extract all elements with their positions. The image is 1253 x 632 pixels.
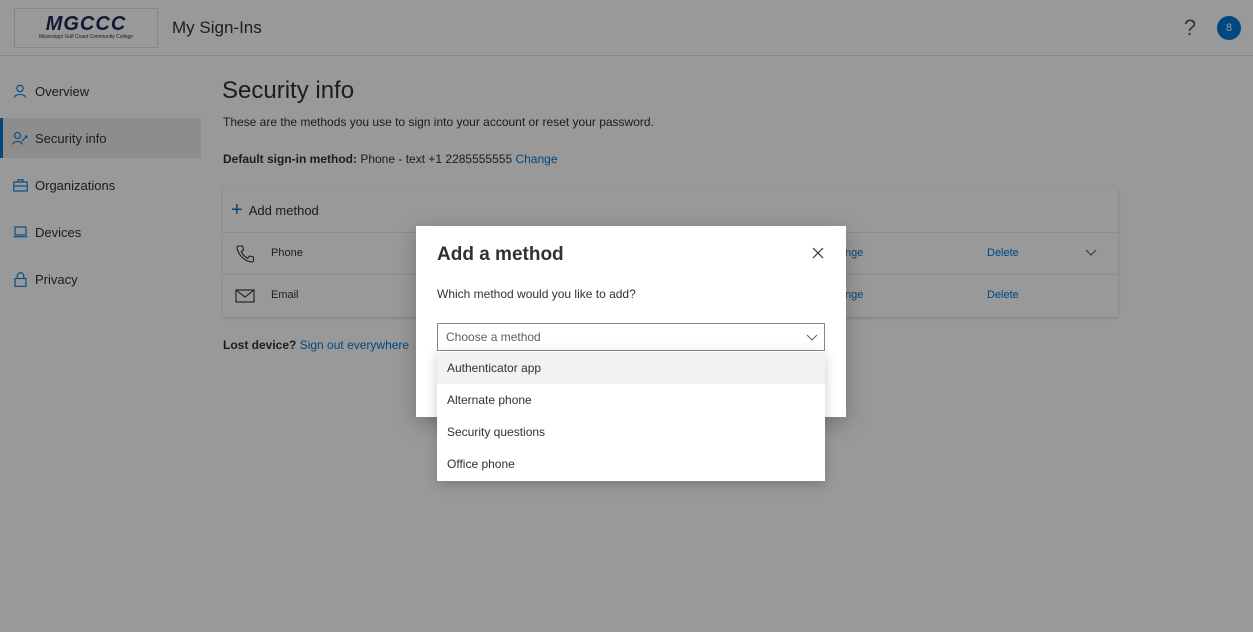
select-placeholder: Choose a method bbox=[446, 330, 541, 344]
option-alternate-phone[interactable]: Alternate phone bbox=[437, 384, 825, 416]
option-authenticator-app[interactable]: Authenticator app bbox=[437, 352, 825, 384]
option-security-questions[interactable]: Security questions bbox=[437, 416, 825, 448]
method-dropdown-list: Authenticator app Alternate phone Securi… bbox=[437, 351, 825, 481]
option-office-phone[interactable]: Office phone bbox=[437, 448, 825, 480]
dialog-question: Which method would you like to add? bbox=[437, 287, 636, 301]
dialog-title: Add a method bbox=[437, 244, 564, 265]
chevron-down-icon bbox=[806, 334, 818, 341]
close-icon[interactable] bbox=[809, 244, 827, 262]
method-select[interactable]: Choose a method bbox=[437, 323, 825, 351]
